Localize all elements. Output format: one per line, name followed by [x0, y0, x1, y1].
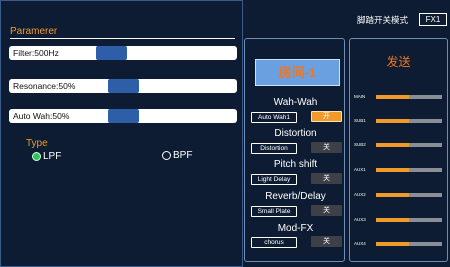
auto-wah-slider-thumb[interactable] [108, 109, 139, 123]
fx-title-mod: Mod-FX [277, 223, 314, 234]
parameter-panel: Paramerer Filter:500Hz Resonance:50% Aut… [0, 0, 243, 267]
send-row-aux2: AUX2 [354, 191, 446, 199]
fx-select-reverb[interactable]: Small Plate [251, 206, 297, 217]
radio-unselected-icon [162, 151, 171, 160]
send-row-aux1: AUX1 [354, 166, 446, 174]
send-fill-aux1 [376, 168, 409, 172]
fx-select-distortion[interactable]: Distortion [251, 143, 297, 154]
send-label-aux1: AUX1 [354, 167, 366, 172]
resonance-slider-label: Resonance:50% [13, 81, 76, 91]
type-radio-lpf[interactable]: LPF [32, 151, 61, 162]
send-fill-sub1 [376, 119, 409, 123]
send-slider-aux4[interactable] [376, 242, 442, 246]
send-slider-aux1[interactable] [376, 168, 442, 172]
send-title: 发送 [386, 55, 411, 69]
send-row-aux4: AUX4 [354, 240, 446, 248]
footswitch-mode-label: 脚踏开关模式 [357, 15, 409, 25]
send-slider-aux2[interactable] [376, 193, 442, 197]
fx-select-mod[interactable]: chorus [251, 237, 297, 248]
fx-title-reverb: Reverb/Delay [265, 191, 326, 202]
send-fill-main [376, 95, 409, 99]
resonance-slider[interactable]: Resonance:50% [9, 79, 237, 93]
fx-toggle-wah[interactable]: 开 [311, 111, 342, 122]
send-label-aux4: AUX4 [354, 241, 366, 246]
auto-wah-slider[interactable]: Auto Wah:50% [9, 109, 237, 123]
resonance-slider-thumb[interactable] [108, 79, 139, 93]
send-label-aux2: AUX2 [354, 192, 366, 197]
effects-panel: 脚踏开关模式 FX1 房间-1 Wah-Wah Auto Wah1 开 Dist… [243, 0, 450, 267]
auto-wah-slider-label: Auto Wah:50% [13, 111, 70, 121]
filter-slider[interactable]: Filter:500Hz [9, 46, 237, 60]
send-box: 发送 MAIN SUB1 SUB2 AUX1 AUX2 AUX3 AUX4 [349, 38, 448, 262]
footswitch-mode-value[interactable]: FX1 [419, 13, 447, 26]
send-label-aux3: AUX3 [354, 217, 366, 222]
send-label-main: MAIN [354, 94, 366, 99]
type-radio-lpf-label: LPF [43, 151, 62, 162]
radio-selected-icon [32, 152, 41, 161]
fx-toggle-distortion[interactable]: 关 [311, 142, 342, 153]
send-fill-aux2 [376, 193, 409, 197]
send-slider-main[interactable] [376, 95, 442, 99]
send-label-sub1: SUB1 [354, 118, 366, 123]
fx-chain-box: 房间-1 Wah-Wah Auto Wah1 开 Distortion Dist… [244, 38, 345, 262]
send-fill-sub2 [376, 143, 409, 147]
send-row-sub1: SUB1 [354, 117, 446, 125]
fx-title-pitch: Pitch shift [273, 159, 318, 170]
send-slider-sub2[interactable] [376, 143, 442, 147]
send-label-sub2: SUB2 [354, 142, 366, 147]
filter-slider-label: Filter:500Hz [13, 48, 59, 58]
send-slider-aux3[interactable] [376, 218, 442, 222]
fx-toggle-reverb[interactable]: 关 [311, 205, 342, 216]
send-row-main: MAIN [354, 93, 446, 101]
type-radio-bpf-label: BPF [173, 150, 193, 161]
send-row-aux3: AUX3 [354, 216, 446, 224]
header-bar: 脚踏开关模式 FX1 [243, 0, 450, 31]
send-fill-aux4 [376, 242, 409, 246]
send-fill-aux3 [376, 218, 409, 222]
filter-slider-thumb[interactable] [96, 46, 127, 60]
preset-button[interactable]: 房间-1 [255, 59, 340, 86]
title-divider [10, 38, 235, 39]
fx-title-distortion: Distortion [274, 128, 317, 139]
fx-select-wah[interactable]: Auto Wah1 [251, 112, 297, 123]
send-row-sub2: SUB2 [354, 141, 446, 149]
fx-toggle-pitch[interactable]: 关 [311, 173, 342, 184]
send-slider-sub1[interactable] [376, 119, 442, 123]
type-radio-bpf[interactable]: BPF [162, 150, 192, 161]
fx-select-pitch[interactable]: Light Delay [251, 174, 297, 185]
fx-toggle-mod[interactable]: 关 [311, 236, 342, 247]
fx-title-wah: Wah-Wah [273, 97, 318, 108]
type-title: Type [26, 138, 48, 149]
parameter-panel-title: Paramerer [10, 26, 58, 37]
